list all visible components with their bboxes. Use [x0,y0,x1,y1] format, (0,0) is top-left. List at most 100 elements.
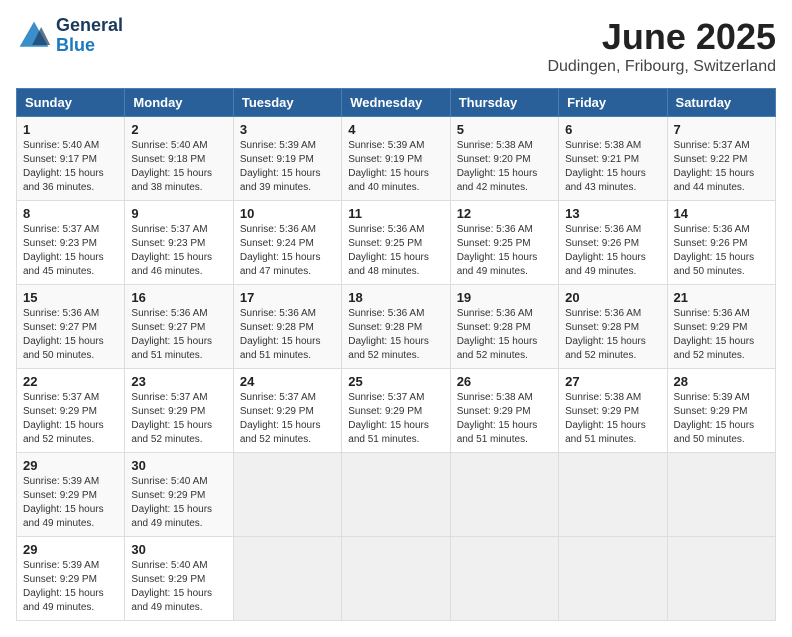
table-row [559,537,667,621]
table-row: 25 Sunrise: 5:37 AMSunset: 9:29 PMDayligh… [342,369,450,453]
day-info: Sunrise: 5:36 AMSunset: 9:27 PMDaylight:… [131,307,226,363]
day-info: Sunrise: 5:39 AMSunset: 9:29 PMDaylight:… [23,559,118,615]
table-row [450,537,558,621]
day-info: Sunrise: 5:38 AMSunset: 9:29 PMDaylight:… [457,391,552,447]
day-number: 23 [131,374,226,389]
day-info: Sunrise: 5:36 AMSunset: 9:24 PMDaylight:… [240,223,335,279]
table-row: 22 Sunrise: 5:37 AMSunset: 9:29 PMDayligh… [17,369,125,453]
day-number: 22 [23,374,118,389]
calendar-week-1: 1Sunrise: 5:40 AMSunset: 9:17 PMDaylight… [17,117,776,201]
table-row: 3Sunrise: 5:39 AMSunset: 9:19 PMDaylight… [233,117,341,201]
table-row: 14Sunrise: 5:36 AMSunset: 9:26 PMDayligh… [667,201,775,285]
table-row: 7Sunrise: 5:37 AMSunset: 9:22 PMDaylight… [667,117,775,201]
day-info: Sunrise: 5:39 AMSunset: 9:29 PMDaylight:… [23,475,118,531]
table-row: 30Sunrise: 5:40 AMSunset: 9:29 PMDayligh… [125,537,233,621]
day-info: Sunrise: 5:38 AMSunset: 9:20 PMDaylight:… [457,139,552,195]
calendar-week-4: 22 Sunrise: 5:37 AMSunset: 9:29 PMDayligh… [17,369,776,453]
logo: General Blue [16,16,123,56]
day-number: 20 [565,290,660,305]
table-row: 23Sunrise: 5:37 AMSunset: 9:29 PMDayligh… [125,369,233,453]
table-row: 28 Sunrise: 5:39 AMSunset: 9:29 PMDayligh… [667,369,775,453]
day-info: Sunrise: 5:36 AMSunset: 9:28 PMDaylight:… [565,307,660,363]
table-row [559,453,667,537]
day-info: Sunrise: 5:38 AMSunset: 9:29 PMDaylight:… [565,391,660,447]
day-info: Sunrise: 5:39 AMSunset: 9:19 PMDaylight:… [348,139,443,195]
table-row: 17 Sunrise: 5:36 AMSunset: 9:28 PMDayligh… [233,285,341,369]
day-number: 29 [23,458,118,473]
month-title: June 2025 [547,16,776,58]
day-info: Sunrise: 5:37 AMSunset: 9:23 PMDaylight:… [23,223,118,279]
day-info: Sunrise: 5:36 AMSunset: 9:26 PMDaylight:… [674,223,769,279]
day-number: 13 [565,206,660,221]
logo-text-general: General [56,16,123,36]
day-number: 25 [348,374,443,389]
day-number: 11 [348,206,443,221]
table-row: 11 Sunrise: 5:36 AMSunset: 9:25 PMDayligh… [342,201,450,285]
day-number: 17 [240,290,335,305]
table-row [667,537,775,621]
day-info: Sunrise: 5:36 AMSunset: 9:27 PMDaylight:… [23,307,118,363]
day-number: 5 [457,122,552,137]
day-number: 30 [131,542,226,557]
day-number: 27 [565,374,660,389]
location-title: Dudingen, Fribourg, Switzerland [547,58,776,76]
table-row: 10 Sunrise: 5:36 AMSunset: 9:24 PMDayligh… [233,201,341,285]
table-row [450,453,558,537]
day-number: 8 [23,206,118,221]
day-info: Sunrise: 5:39 AMSunset: 9:29 PMDaylight:… [674,391,769,447]
day-info: Sunrise: 5:37 AMSunset: 9:29 PMDaylight:… [23,391,118,447]
day-number: 10 [240,206,335,221]
day-number: 30 [131,458,226,473]
table-row [233,537,341,621]
day-info: Sunrise: 5:36 AMSunset: 9:25 PMDaylight:… [457,223,552,279]
table-row: 6Sunrise: 5:38 AMSunset: 9:21 PMDaylight… [559,117,667,201]
header-sunday: Sunday [17,89,125,117]
table-row: 21 Sunrise: 5:36 AMSunset: 9:29 PMDayligh… [667,285,775,369]
table-row: 9Sunrise: 5:37 AMSunset: 9:23 PMDaylight… [125,201,233,285]
day-number: 2 [131,122,226,137]
table-row [667,453,775,537]
day-info: Sunrise: 5:37 AMSunset: 9:23 PMDaylight:… [131,223,226,279]
day-info: Sunrise: 5:40 AMSunset: 9:29 PMDaylight:… [131,475,226,531]
table-row [342,537,450,621]
header-friday: Friday [559,89,667,117]
calendar-week-5: 29 Sunrise: 5:39 AMSunset: 9:29 PMDayligh… [17,453,776,537]
header-wednesday: Wednesday [342,89,450,117]
day-number: 4 [348,122,443,137]
table-row [233,453,341,537]
day-number: 28 [674,374,769,389]
table-row: 12Sunrise: 5:36 AMSunset: 9:25 PMDayligh… [450,201,558,285]
day-info: Sunrise: 5:40 AMSunset: 9:18 PMDaylight:… [131,139,226,195]
day-info: Sunrise: 5:36 AMSunset: 9:28 PMDaylight:… [240,307,335,363]
header-saturday: Saturday [667,89,775,117]
day-info: Sunrise: 5:36 AMSunset: 9:28 PMDaylight:… [348,307,443,363]
day-number: 16 [131,290,226,305]
day-number: 1 [23,122,118,137]
title-area: June 2025 Dudingen, Fribourg, Switzerlan… [547,16,776,76]
calendar-week-6: 29Sunrise: 5:39 AMSunset: 9:29 PMDayligh… [17,537,776,621]
day-number: 21 [674,290,769,305]
table-row: 20 Sunrise: 5:36 AMSunset: 9:28 PMDayligh… [559,285,667,369]
table-row: 30 Sunrise: 5:40 AMSunset: 9:29 PMDayligh… [125,453,233,537]
table-row [342,453,450,537]
logo-icon [16,18,52,54]
day-number: 19 [457,290,552,305]
table-row: 2 Sunrise: 5:40 AMSunset: 9:18 PMDaylight… [125,117,233,201]
weekday-header-row: Sunday Monday Tuesday Wednesday Thursday… [17,89,776,117]
day-number: 18 [348,290,443,305]
calendar-table: Sunday Monday Tuesday Wednesday Thursday… [16,88,776,621]
table-row: 19 Sunrise: 5:36 AMSunset: 9:28 PMDayligh… [450,285,558,369]
day-info: Sunrise: 5:36 AMSunset: 9:28 PMDaylight:… [457,307,552,363]
day-number: 15 [23,290,118,305]
table-row: 27 Sunrise: 5:38 AMSunset: 9:29 PMDayligh… [559,369,667,453]
day-number: 6 [565,122,660,137]
table-row: 16 Sunrise: 5:36 AMSunset: 9:27 PMDayligh… [125,285,233,369]
day-info: Sunrise: 5:36 AMSunset: 9:26 PMDaylight:… [565,223,660,279]
table-row: 18 Sunrise: 5:36 AMSunset: 9:28 PMDayligh… [342,285,450,369]
day-info: Sunrise: 5:36 AMSunset: 9:25 PMDaylight:… [348,223,443,279]
logo-text-blue: Blue [56,36,123,56]
day-info: Sunrise: 5:36 AMSunset: 9:29 PMDaylight:… [674,307,769,363]
day-info: Sunrise: 5:37 AMSunset: 9:29 PMDaylight:… [348,391,443,447]
table-row: 15 Sunrise: 5:36 AMSunset: 9:27 PMDayligh… [17,285,125,369]
table-row: 29 Sunrise: 5:39 AMSunset: 9:29 PMDayligh… [17,453,125,537]
